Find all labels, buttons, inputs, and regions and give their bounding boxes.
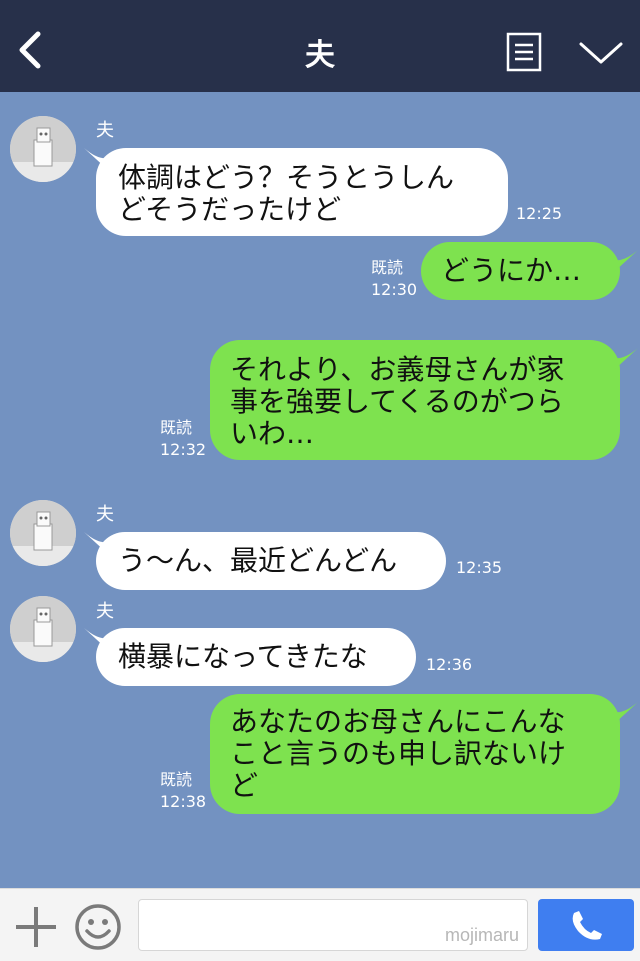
message-time: 12:32 <box>160 440 207 459</box>
message-bubble[interactable]: どうにか… <box>421 242 620 300</box>
chat-title: 夫 <box>305 38 335 73</box>
plus-icon[interactable] <box>14 905 58 949</box>
read-receipt: 既読 <box>371 258 404 277</box>
menu-icon[interactable] <box>506 32 542 72</box>
read-receipt: 既読 <box>160 418 193 437</box>
message-bubble[interactable]: 横暴になってきたな <box>96 628 416 686</box>
sender-name: 夫 <box>96 504 114 525</box>
avatar[interactable] <box>10 500 76 566</box>
message-list[interactable]: 夫 体調はどう？そうとうしん どそうだったけど 12:25 既読 12:30 ど… <box>0 92 640 888</box>
message-time: 12:35 <box>456 558 503 577</box>
avatar-figure-icon <box>10 596 76 662</box>
chat-header: 夫 <box>0 0 640 92</box>
message-time: 12:38 <box>160 792 207 811</box>
avatar-figure-icon <box>10 116 76 182</box>
message-time: 12:36 <box>426 655 473 674</box>
input-bar: mojimaru <box>0 888 640 961</box>
message-bubble[interactable]: あなたのお母さんにこんな こと言うのも申し訳ないけ ど <box>210 694 620 814</box>
watermark: mojimaru <box>444 925 519 945</box>
call-button[interactable] <box>538 899 634 951</box>
message-time: 12:30 <box>371 280 418 299</box>
message-bubble[interactable]: う～ん、最近どんどん <box>96 532 446 590</box>
message-bubble[interactable]: それより、お義母さんが家 事を強要してくるのがつら いわ… <box>210 340 620 460</box>
message-time: 12:25 <box>516 204 563 223</box>
message-input[interactable]: mojimaru <box>138 899 528 951</box>
bubble-tail <box>614 348 638 370</box>
read-receipt: 既読 <box>160 770 193 789</box>
avatar-figure-icon <box>10 500 76 566</box>
avatar[interactable] <box>10 116 76 182</box>
bubble-tail <box>614 250 638 272</box>
avatar[interactable] <box>10 596 76 662</box>
smile-icon[interactable] <box>74 903 122 951</box>
bubble-tail <box>614 702 638 724</box>
chevron-down-icon[interactable] <box>578 38 624 68</box>
message-text: どうにか… <box>441 254 582 287</box>
sender-name: 夫 <box>96 601 114 622</box>
message-bubble[interactable]: 体調はどう？そうとうしん どそうだったけど <box>96 148 508 236</box>
message-text: あなたのお母さんにこんな こと言うのも申し訳ないけ ど <box>230 705 567 802</box>
sender-name: 夫 <box>96 120 114 141</box>
message-text: う～ん、最近どんどん <box>118 544 398 577</box>
message-text: それより、お義母さんが家 事を強要してくるのがつら いわ… <box>230 353 565 450</box>
phone-icon <box>572 911 602 940</box>
message-text: 体調はどう？そうとうしん どそうだったけど <box>118 161 455 226</box>
message-text: 横暴になってきたな <box>118 640 368 673</box>
